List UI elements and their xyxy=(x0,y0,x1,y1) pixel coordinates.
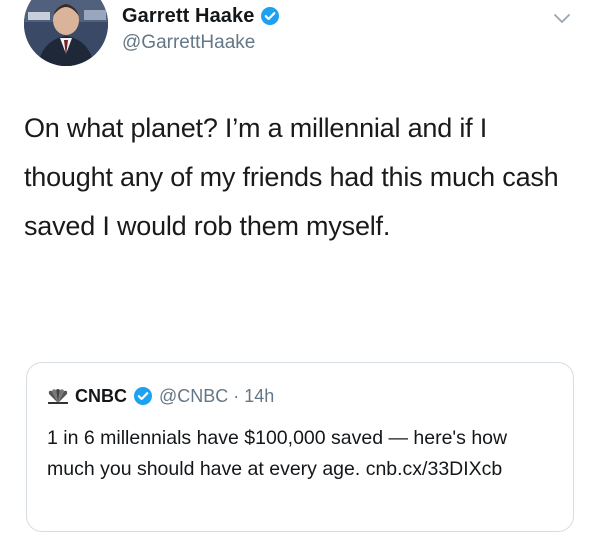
author-name-row: Garrett Haake xyxy=(122,4,280,28)
verified-badge-icon xyxy=(260,6,280,26)
chevron-down-icon[interactable] xyxy=(552,12,572,26)
author-display-name[interactable]: Garrett Haake xyxy=(122,5,254,28)
quoted-tweet-text: 1 in 6 millennials have $100,000 saved —… xyxy=(47,427,508,480)
quoted-author-name[interactable]: CNBC xyxy=(75,386,127,407)
avatar[interactable] xyxy=(24,0,108,66)
tweet-text: On what planet? I’m a millennial and if … xyxy=(24,113,559,241)
tweet-card: Garrett Haake @GarrettHaake On what plan… xyxy=(0,0,592,536)
quoted-tweet[interactable]: CNBC @CNBC · 14h 1 in 6 millennials have… xyxy=(26,362,574,532)
author-handle[interactable]: @GarrettHaake xyxy=(122,32,255,54)
nbc-peacock-icon xyxy=(47,388,69,404)
quoted-author-handle-time[interactable]: @CNBC · 14h xyxy=(159,386,274,407)
verified-badge-icon xyxy=(133,386,153,406)
quoted-tweet-header: CNBC @CNBC · 14h xyxy=(47,385,274,407)
